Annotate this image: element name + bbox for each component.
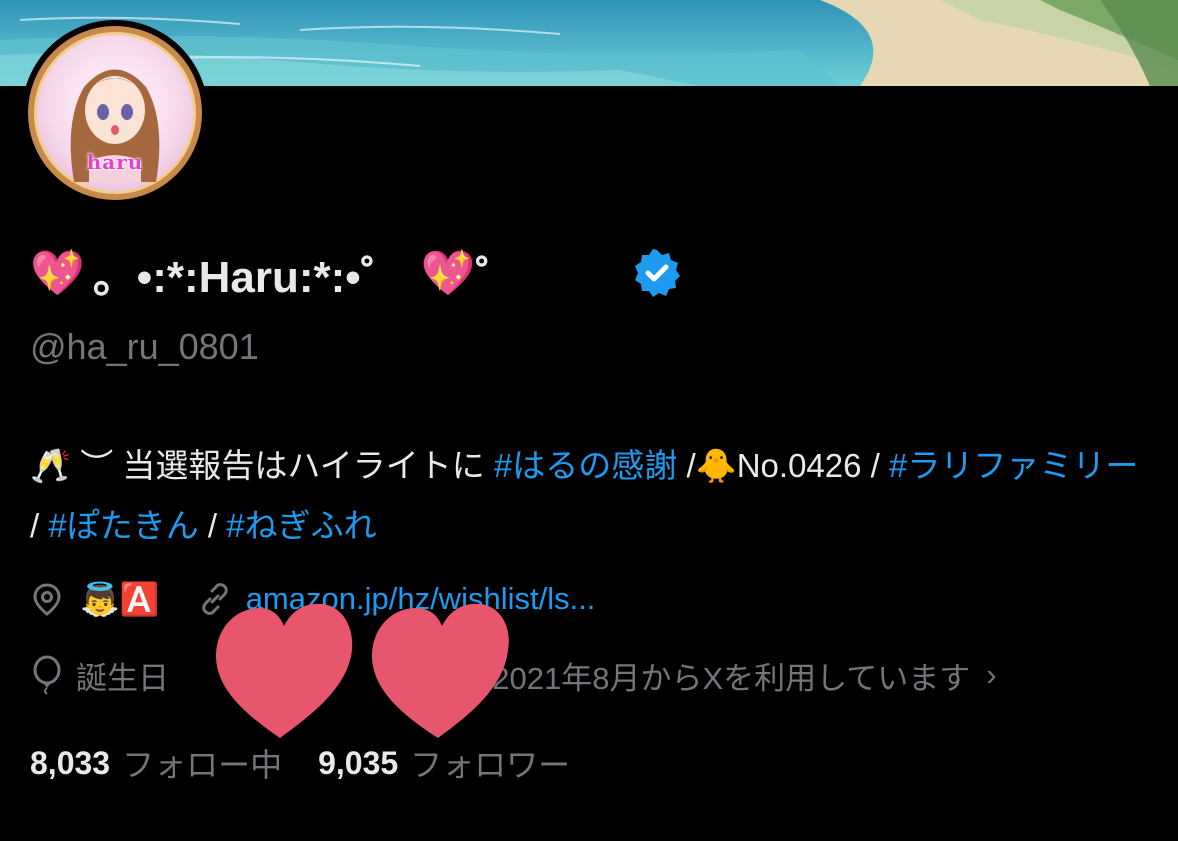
user-handle: @ha_ru_0801 [30,326,259,367]
location-pin-icon [33,583,61,616]
display-name-tail: ゜ [475,253,520,302]
hashtag-link[interactable]: #はるの感謝 [494,447,677,484]
sparkling-heart-emoji: 💖 [30,249,85,298]
follow-stats: 8,033 フォロー中 9,035 フォロワー [30,740,570,786]
bio-text: / [30,507,49,544]
display-name-text: 。•:*:Haru:*:•゜ [92,253,405,302]
joined-date: 2021年8月からXを利用しています [492,660,971,696]
balloon-icon [33,655,61,695]
following-count[interactable]: 8,033 [30,745,110,782]
location-text: 👼🅰️ [80,581,160,617]
profile-bio: 🥂 ︶ 当選報告はハイライトに #はるの感謝 /🐥No.0426 / #ラリファ… [30,436,1150,556]
hashtag-link[interactable]: #ぽたきん [48,507,198,544]
bio-text: / [198,507,227,544]
sparkling-heart-emoji: 💖 [420,249,476,298]
hashtag-link[interactable]: #ねぎふれ [226,507,376,544]
avatar-image: haru [28,26,202,200]
bio-text: 🥂 ︶ 当選報告はハイライトに [30,447,494,484]
birthday-label: 誕生日 [76,660,169,696]
bio-text: /🐥No.0426 / [677,447,889,484]
heart-sticker-icon [372,603,509,738]
followers-label[interactable]: フォロワー [410,740,570,786]
heart-sticker-overlay [216,603,509,738]
following-label[interactable]: フォロー中 [122,740,282,786]
profile-avatar[interactable]: haru [22,20,208,206]
heart-sticker-icon [216,603,353,738]
chevron-right-icon[interactable]: › [986,657,996,693]
display-name: 💖 。•:*:Haru:*:•゜ 💖 ゜ [30,238,520,308]
avatar-label: haru [86,150,144,174]
hashtag-link[interactable]: #ラリファミリー [889,447,1138,484]
verified-badge-icon[interactable] [632,248,682,298]
followers-count[interactable]: 9,035 [318,745,398,782]
